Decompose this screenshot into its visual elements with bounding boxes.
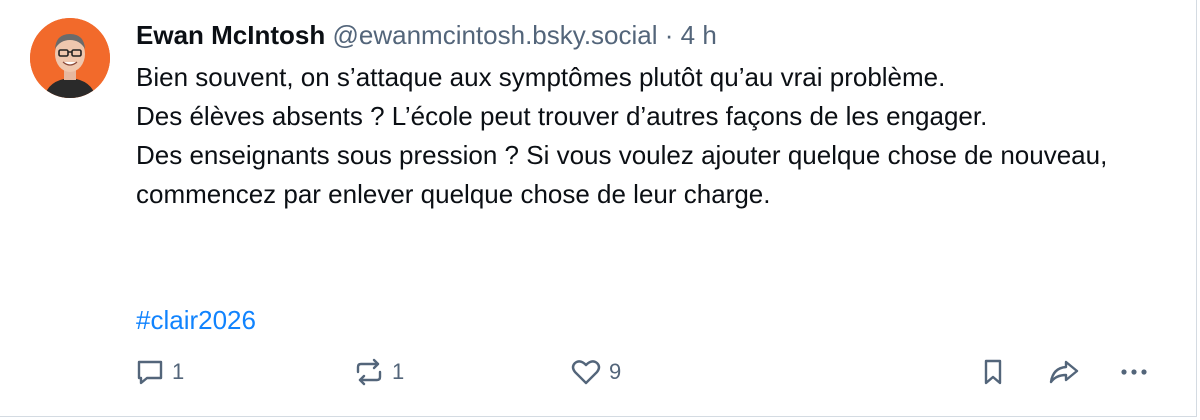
- reply-count: 1: [172, 359, 185, 384]
- separator-dot: ·: [664, 20, 674, 50]
- post-timestamp[interactable]: 4 h: [681, 20, 717, 50]
- post-text: Bien souvent, on s’attaque aux symptômes…: [136, 58, 1166, 214]
- like-button[interactable]: 9: [569, 350, 621, 394]
- post-text-line: Des enseignants sous pression ? Si vous …: [136, 140, 1108, 209]
- author-handle[interactable]: @ewanmcintosh.bsky.social: [332, 20, 657, 50]
- ellipsis-icon: [1118, 356, 1150, 388]
- post-text-line: Des élèves absents ? L’école peut trouve…: [136, 101, 988, 131]
- reply-button[interactable]: 1: [134, 350, 184, 394]
- repost-button[interactable]: 1: [352, 350, 404, 394]
- heart-icon: [569, 356, 603, 388]
- hashtag-link[interactable]: #clair2026: [136, 301, 256, 340]
- post-actions: 1 1 9: [0, 350, 1197, 394]
- more-options-button[interactable]: [1118, 350, 1150, 394]
- share-button[interactable]: [1046, 350, 1082, 394]
- repost-icon: [352, 356, 386, 388]
- avatar[interactable]: [30, 18, 110, 98]
- share-arrow-icon: [1046, 356, 1082, 388]
- bookmark-icon: [978, 356, 1008, 388]
- author-name[interactable]: Ewan McIntosh: [136, 20, 325, 50]
- chat-bubble-icon: [134, 356, 166, 388]
- repost-count: 1: [392, 359, 405, 384]
- like-count: 9: [609, 359, 622, 384]
- bookmark-button[interactable]: [978, 350, 1008, 394]
- post-card[interactable]: Ewan McIntosh @ewanmcintosh.bsky.social …: [0, 0, 1197, 417]
- post-text-line: Bien souvent, on s’attaque aux symptômes…: [136, 62, 946, 92]
- post-header: Ewan McIntosh @ewanmcintosh.bsky.social …: [136, 16, 717, 54]
